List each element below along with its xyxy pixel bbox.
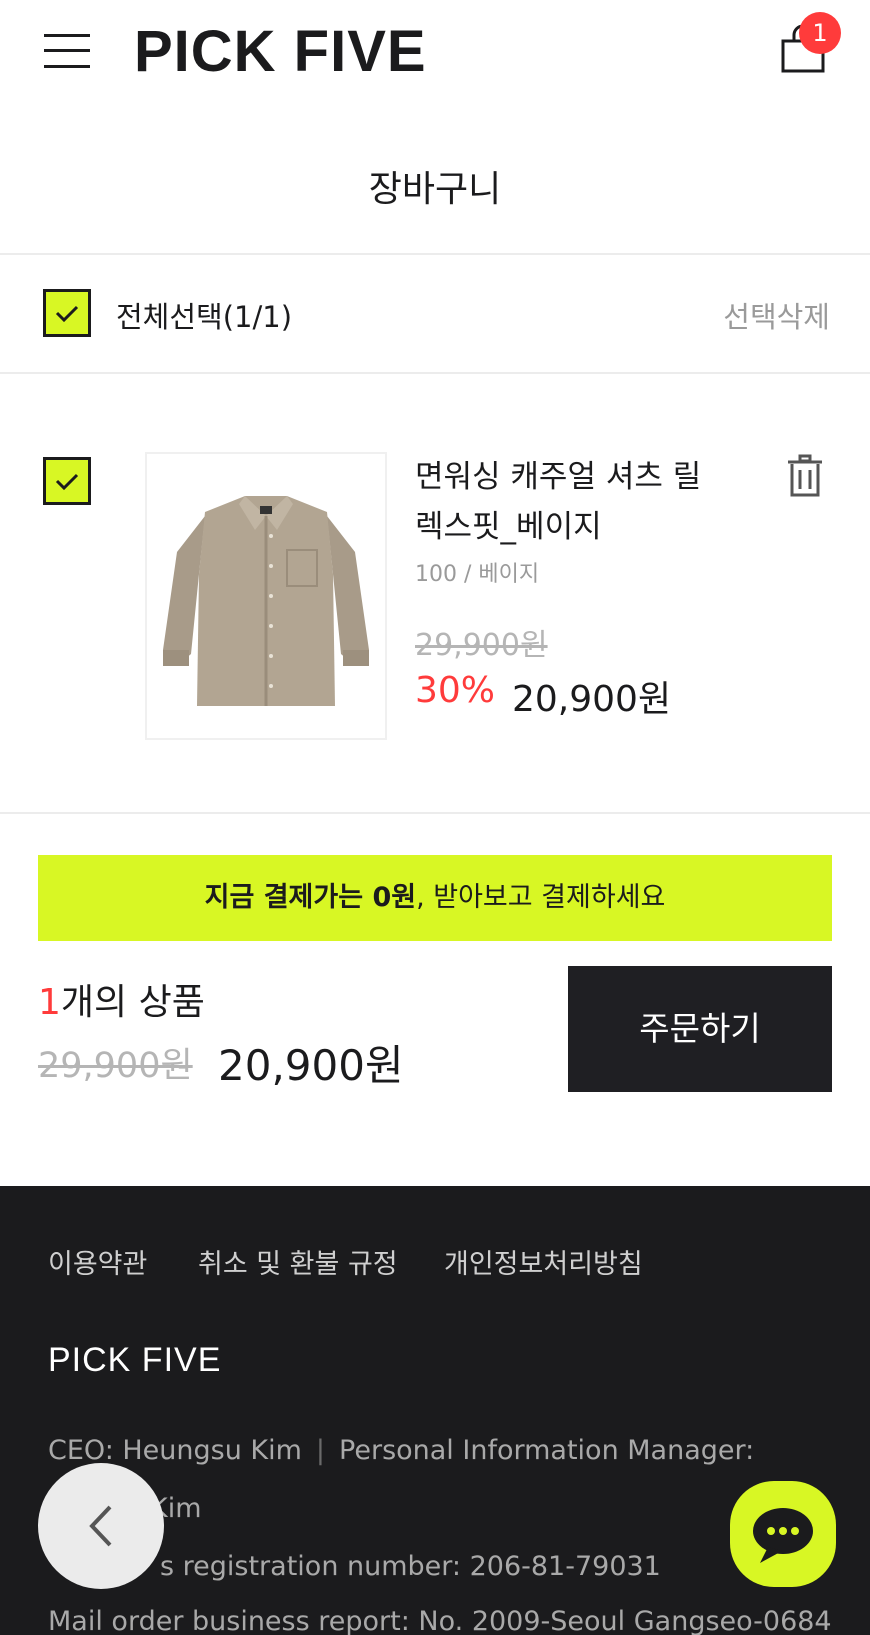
footer-brand: PICK FIVE (48, 1341, 222, 1379)
item-count-suffix: 개의 상품 (60, 982, 205, 1023)
select-all-checkbox[interactable] (43, 289, 91, 337)
app-header: PICK FIVE 1 (0, 0, 870, 110)
chevron-left-icon (89, 1505, 112, 1547)
page-title: 장바구니 (368, 169, 502, 210)
order-button[interactable]: 주문하기 (568, 966, 832, 1092)
select-all-label: 전체선택(1/1) (116, 300, 293, 334)
trash-icon[interactable] (787, 454, 823, 498)
footer-privacy-manager: Personal Information Manager: (339, 1435, 755, 1466)
total-final-price: 20,900원 (218, 1041, 404, 1090)
back-button[interactable] (38, 1463, 164, 1589)
footer-mail-order-report: Mail order business report: No. 2009-Seo… (48, 1606, 832, 1635)
banner-text: , 받아보고 결제하세요 (416, 882, 666, 913)
footer-business-registration: s registration number: 206-81-79031 (160, 1551, 661, 1582)
separator: | (315, 1435, 326, 1466)
banner-bold-text: 지금 결제가는 0원 (204, 882, 417, 913)
chat-bubble-icon (753, 1508, 813, 1563)
item-checkbox[interactable] (43, 457, 91, 505)
hamburger-menu-icon[interactable] (44, 32, 90, 70)
footer-link-refund-policy[interactable]: 취소 및 환불 규정 (198, 1242, 398, 1281)
item-count: 1개의 상품 (38, 973, 205, 1025)
total-original-price: 29,900원 (38, 1046, 193, 1086)
chat-button[interactable] (730, 1481, 836, 1587)
product-discount-rate: 30% (415, 670, 496, 711)
brand-logo[interactable]: PICK FIVE (134, 18, 427, 85)
product-name[interactable]: 면워싱 캐주얼 셔츠 릴렉스핏_베이지 (415, 452, 715, 552)
checkmark-icon (55, 305, 79, 323)
item-count-number: 1 (38, 982, 61, 1023)
cart-count-badge: 1 (799, 12, 841, 54)
footer-link-privacy-policy[interactable]: 개인정보처리방침 (444, 1242, 643, 1281)
product-option: 100 / 베이지 (415, 562, 540, 587)
divider (0, 253, 870, 255)
product-sale-price: 20,900원 (512, 679, 672, 720)
checkmark-icon (55, 473, 79, 491)
divider (0, 812, 870, 814)
footer-ceo-line: CEO: Heungsu Kim | Personal Information Ma… (48, 1435, 754, 1466)
divider (0, 372, 870, 374)
footer-link-terms[interactable]: 이용약관 (48, 1242, 147, 1281)
product-image[interactable] (145, 452, 387, 740)
pay-later-banner: 지금 결제가는 0원, 받아보고 결제하세요 (38, 855, 832, 941)
shirt-image-icon (163, 496, 369, 706)
footer-ceo: CEO: Heungsu Kim (48, 1435, 302, 1466)
product-original-price: 29,900원 (415, 628, 548, 663)
delete-selected-button[interactable]: 선택삭제 (723, 294, 830, 336)
